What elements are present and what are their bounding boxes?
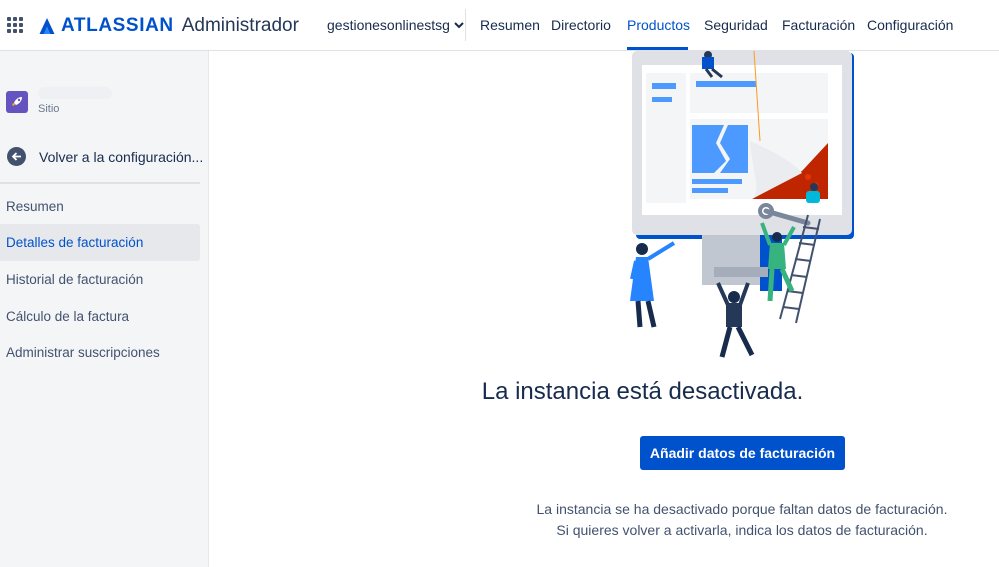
description-line-2: Si quieres volver a activarla, indica lo… — [556, 522, 928, 538]
sidebar-item-manage-subscriptions[interactable]: Administrar suscripciones — [0, 334, 200, 371]
product-name: Administrador — [181, 15, 299, 36]
back-to-settings-link[interactable]: Volver a la configuración... — [7, 147, 203, 166]
sidebar-divider — [0, 182, 200, 184]
sidebar-item-billing-details[interactable]: Detalles de facturación — [0, 224, 200, 261]
tab-seguridad[interactable]: Seguridad — [704, 17, 768, 33]
back-link-label: Volver a la configuración... — [39, 148, 204, 165]
add-billing-details-button[interactable]: Añadir datos de facturación — [640, 436, 845, 470]
top-navigation: ATLASSIAN Administrador gestionesonlines… — [0, 0, 999, 51]
sidebar-item-resumen[interactable]: Resumen — [0, 188, 200, 225]
sidebar: Sitio Volver a la configuración... Resum… — [0, 51, 209, 567]
deactivated-instance-illustration — [630, 51, 854, 358]
tab-productos[interactable]: Productos — [627, 17, 690, 33]
sidebar-item-bill-estimate[interactable]: Cálculo de la factura — [0, 298, 200, 335]
nav-separator — [465, 9, 466, 41]
page-title: La instancia está desactivada. — [481, 378, 804, 405]
tab-configuracion[interactable]: Configuración — [867, 17, 953, 33]
active-tab-indicator — [627, 47, 688, 50]
brand-name: ATLASSIAN — [61, 15, 174, 36]
tab-facturacion[interactable]: Facturación — [782, 17, 855, 33]
site-label: Sitio — [38, 103, 60, 115]
chevron-down-icon — [454, 21, 464, 28]
brand[interactable]: ATLASSIAN Administrador — [38, 13, 299, 39]
tab-resumen[interactable]: Resumen — [480, 17, 540, 33]
site-name-redacted — [38, 87, 112, 99]
sidebar-item-billing-history[interactable]: Historial de facturación — [0, 261, 200, 298]
organization-switcher[interactable]: gestionesonlinestsg — [327, 17, 464, 33]
app-switcher-icon[interactable] — [7, 17, 23, 33]
arrow-left-icon — [7, 147, 26, 166]
description-line-1: La instancia se ha desactivado porque fa… — [536, 501, 948, 517]
tab-directorio[interactable]: Directorio — [551, 17, 611, 33]
rocket-icon — [6, 91, 28, 113]
organization-name: gestionesonlinestsg — [327, 17, 450, 33]
atlassian-logo-icon — [39, 18, 55, 34]
